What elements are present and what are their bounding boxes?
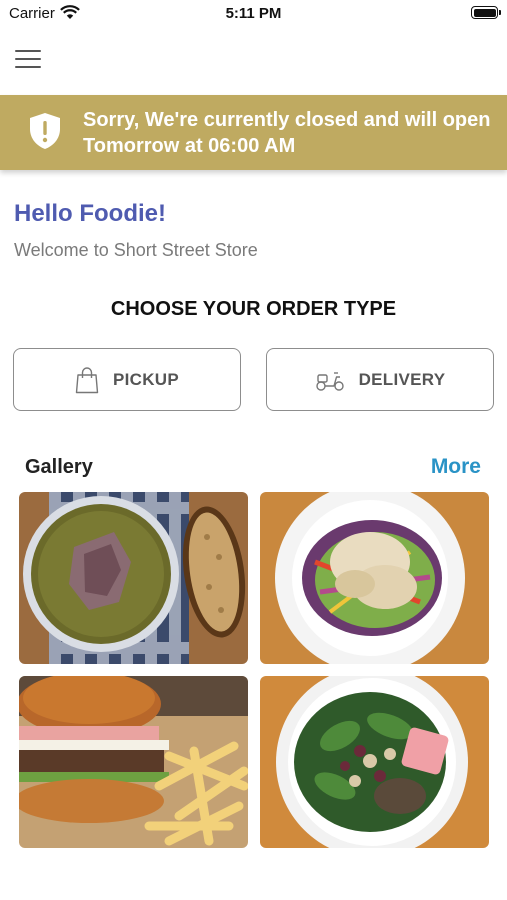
gallery-image-burger-fries[interactable] [19,676,248,848]
gallery-title: Gallery [25,456,93,478]
clock: 5:11 PM [225,5,282,22]
shopping-bag-icon [75,366,99,394]
gallery-more-link[interactable]: More [431,455,481,479]
scooter-icon [315,368,345,392]
gallery-image-green-salad[interactable] [260,676,489,848]
pickup-label: PICKUP [112,369,180,389]
gallery-image-salad-plate[interactable] [260,492,489,664]
closed-message: Sorry, We're currently closed and will o… [83,109,491,157]
delivery-button[interactable]: DELIVERY [266,348,494,411]
battery-icon [471,6,501,19]
order-type-heading: CHOOSE YOUR ORDER TYPE [110,298,397,320]
hamburger-icon [15,50,41,52]
shield-alert-icon [28,112,62,150]
greeting-title: Hello Foodie! [14,200,166,227]
pickup-button[interactable]: PICKUP [13,348,241,411]
gallery-image-soup[interactable] [19,492,248,664]
menu-button[interactable] [15,50,41,70]
delivery-label: DELIVERY [358,369,446,389]
greeting-subtitle: Welcome to Short Street Store [14,240,258,260]
closed-notice-banner: Sorry, We're currently closed and will o… [0,95,507,170]
status-bar: Carrier 5:11 PM [0,0,507,26]
